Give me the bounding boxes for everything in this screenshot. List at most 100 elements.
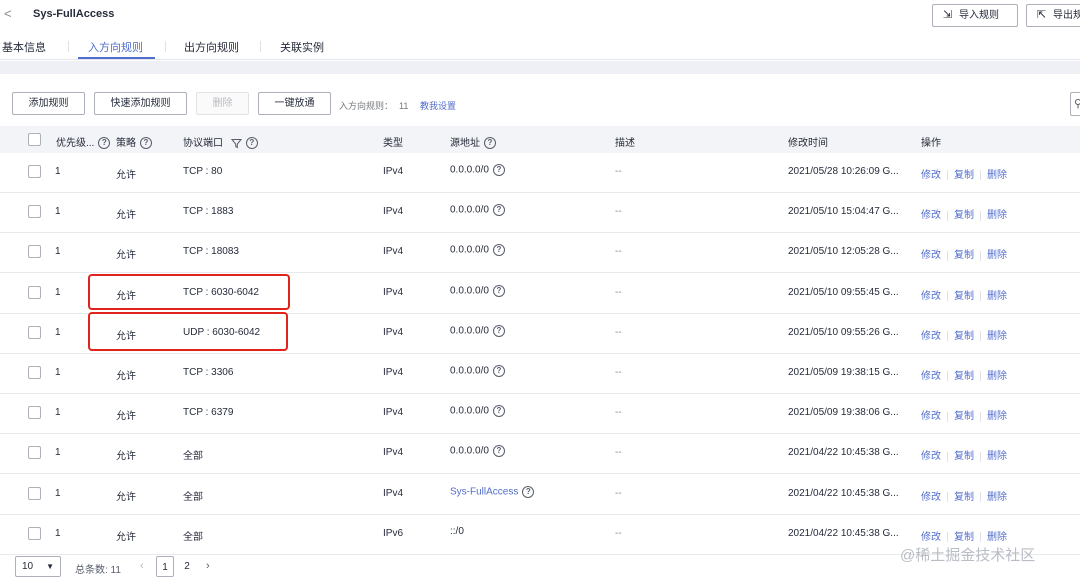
copy-link[interactable]: 复制 [954, 331, 974, 342]
help-icon[interactable]: ? [492, 324, 505, 337]
copy-link[interactable]: 复制 [954, 250, 974, 261]
next-page-icon[interactable]: › [206, 560, 210, 572]
help-link[interactable]: 教我设置 [420, 99, 456, 112]
column-actions: 操作 [921, 138, 941, 149]
delete-link[interactable]: 删除 [987, 170, 1007, 181]
back-icon[interactable]: < [4, 6, 12, 21]
row-checkbox[interactable] [28, 446, 41, 460]
quick-add-rule-button[interactable]: 快速添加规则 [94, 92, 187, 115]
modify-link[interactable]: 修改 [921, 371, 941, 382]
delete-link[interactable]: 删除 [987, 411, 1007, 422]
tab-divider [260, 41, 261, 52]
tab-associated-instances[interactable]: 关联实例 [280, 39, 324, 55]
policy-cell: 允许 [116, 371, 136, 382]
modified-time-cell: 2021/04/22 10:45:38 G... [788, 527, 899, 539]
import-rules-button[interactable]: ⇲ 导入规则 [932, 4, 1018, 27]
type-cell: IPv4 [383, 286, 404, 298]
actions-cell: 修改 复制 删除 [921, 488, 1007, 503]
delete-link[interactable]: 删除 [987, 291, 1007, 302]
policy-cell: 允许 [116, 491, 136, 503]
tab-outbound-rules[interactable]: 出方向规则 [184, 39, 239, 55]
row-checkbox[interactable] [28, 486, 41, 500]
source-cell: 0.0.0.0/0? [450, 244, 505, 257]
delete-link[interactable]: 删除 [987, 250, 1007, 261]
rule-count-info: 入方向规则： 11 [339, 99, 408, 112]
copy-link[interactable]: 复制 [954, 451, 974, 462]
help-icon[interactable]: ? [492, 244, 505, 257]
column-priority-label: 优先级... [56, 138, 95, 149]
page-size-select[interactable]: 10 ▼ [15, 556, 61, 577]
row-checkbox[interactable] [28, 165, 41, 178]
row-checkbox[interactable] [28, 285, 41, 299]
help-icon[interactable]: ? [492, 405, 505, 418]
tab-inbound-rules[interactable]: 入方向规则 [88, 39, 143, 55]
modify-link[interactable]: 修改 [921, 411, 941, 422]
row-checkbox[interactable] [28, 526, 41, 540]
open-all-button[interactable]: 一键放通 [258, 92, 331, 115]
actions-cell: 修改 复制 删除 [921, 327, 1007, 342]
page-2-button[interactable]: 2 [178, 556, 196, 577]
action-divider [980, 290, 981, 301]
add-rule-button[interactable]: 添加规则 [12, 92, 85, 115]
source-value[interactable]: Sys-FullAccess [450, 486, 518, 497]
page-1-button[interactable]: 1 [156, 556, 174, 577]
help-icon[interactable]: ? [492, 284, 505, 297]
column-source: 源地址? [450, 134, 496, 150]
filter-icon[interactable] [230, 138, 242, 149]
row-checkbox[interactable] [28, 245, 41, 259]
help-icon[interactable]: ? [492, 164, 505, 176]
delete-link[interactable]: 删除 [987, 371, 1007, 382]
modify-link[interactable]: 修改 [921, 250, 941, 261]
help-icon[interactable]: ? [484, 137, 496, 150]
modify-link[interactable]: 修改 [921, 331, 941, 342]
page-size-value: 10 [22, 561, 34, 572]
tab-basic-info[interactable]: 基本信息 [2, 39, 46, 55]
action-divider [947, 411, 948, 422]
row-checkbox[interactable] [28, 325, 41, 339]
row-checkbox[interactable] [28, 366, 41, 379]
table-row: 1 允许 TCP : 1883 IPv4 0.0.0.0/0? -- 2021/05/10 … [0, 193, 1080, 234]
select-all-checkbox[interactable] [28, 133, 41, 146]
copy-link[interactable]: 复制 [954, 411, 974, 422]
export-rules-button[interactable]: ⇱ 导出规 [1026, 4, 1080, 27]
modify-link[interactable]: 修改 [921, 210, 941, 221]
delete-link[interactable]: 删除 [987, 210, 1007, 221]
modified-time-cell: 2021/04/22 10:45:38 G... [788, 447, 899, 459]
modify-link[interactable]: 修改 [921, 532, 941, 543]
modify-link[interactable]: 修改 [921, 291, 941, 302]
help-icon[interactable]: ? [245, 137, 258, 150]
protocol-port-cell: TCP : 18083 [183, 246, 239, 258]
help-icon[interactable]: ? [98, 137, 111, 150]
modify-link[interactable]: 修改 [921, 492, 941, 503]
type-cell: IPv4 [383, 407, 404, 419]
modify-link[interactable]: 修改 [921, 170, 941, 181]
delete-link[interactable]: 删除 [987, 492, 1007, 503]
action-divider [980, 210, 981, 221]
delete-link[interactable]: 删除 [987, 532, 1007, 543]
delete-link[interactable]: 删除 [987, 331, 1007, 342]
copy-link[interactable]: 复制 [954, 492, 974, 503]
protocol-port-cell: TCP : 1883 [183, 206, 234, 218]
column-priority[interactable]: 优先级...? [56, 134, 111, 150]
copy-link[interactable]: 复制 [954, 532, 974, 543]
action-divider [980, 170, 981, 181]
copy-link[interactable]: 复制 [954, 170, 974, 181]
highlight-box [88, 274, 290, 310]
row-checkbox[interactable] [28, 205, 41, 219]
help-icon[interactable]: ? [140, 137, 152, 150]
help-icon[interactable]: ? [492, 365, 505, 377]
copy-link[interactable]: 复制 [954, 371, 974, 382]
delete-button[interactable]: 删除 [196, 92, 249, 115]
help-icon[interactable]: ? [522, 485, 535, 498]
action-divider [947, 371, 948, 382]
help-icon[interactable]: ? [492, 204, 505, 217]
help-icon[interactable]: ? [492, 445, 505, 458]
copy-link[interactable]: 复制 [954, 210, 974, 221]
row-checkbox[interactable] [28, 406, 41, 420]
modify-link[interactable]: 修改 [921, 451, 941, 462]
action-divider [980, 491, 981, 502]
delete-link[interactable]: 删除 [987, 451, 1007, 462]
search-icon[interactable]: ⚲ [1070, 92, 1080, 116]
prev-page-icon[interactable]: ‹ [140, 560, 144, 572]
copy-link[interactable]: 复制 [954, 291, 974, 302]
